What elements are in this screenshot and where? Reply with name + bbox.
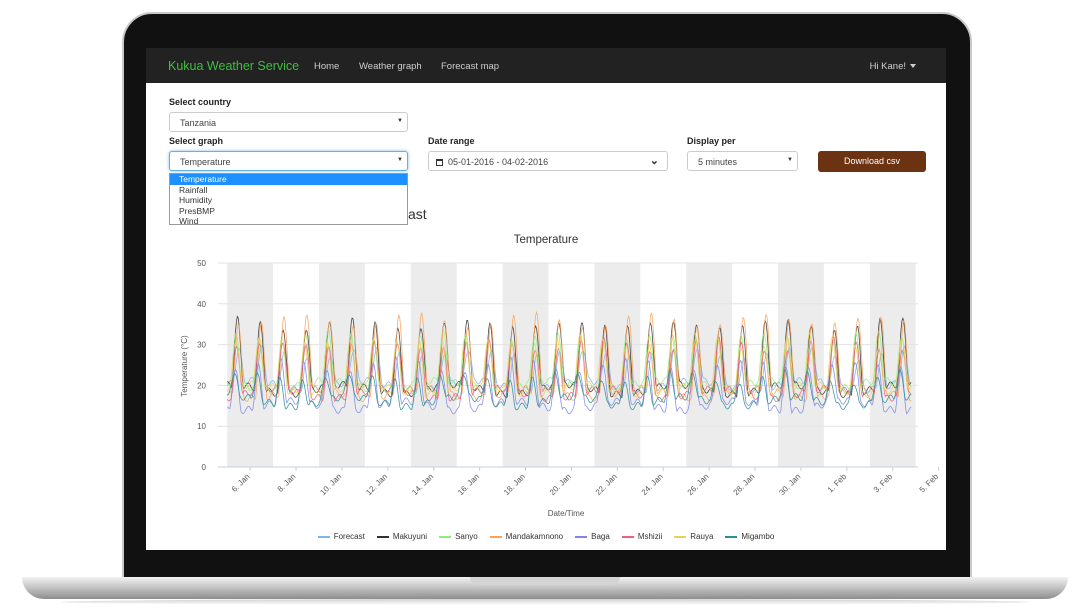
legend-item-makuyuni[interactable]: Makuyuni <box>376 532 428 541</box>
legend-item-rauya[interactable]: Rauya <box>674 532 713 541</box>
y-axis-label: Temperature (°C) <box>180 335 189 397</box>
legend-label: Mshizii <box>637 532 663 541</box>
x-tick-label: 6. Jan <box>230 472 252 494</box>
x-axis-label: Date/Time <box>548 509 585 518</box>
x-axis-ticks: 6. Jan 8. Jan 10. Jan 12. Jan 14. Jan 16. Jan… <box>230 467 941 497</box>
legend-marker <box>489 535 502 538</box>
x-tick-label: 24. Jan <box>640 472 665 497</box>
y-tick-label: 30 <box>197 341 206 350</box>
x-tick-label: 12. Jan <box>364 472 389 497</box>
legend-label: Forecast <box>333 532 365 541</box>
legend-label: Migambo <box>741 532 775 541</box>
y-tick-label: 40 <box>197 300 206 309</box>
x-tick-label: 30. Jan <box>777 472 802 497</box>
chart-legend: Forecast Makuyuni Sanyo Mandakamnono Baga Msh… <box>146 532 946 541</box>
legend-label: Rauya <box>690 532 714 541</box>
legend-marker <box>621 535 634 538</box>
legend-label: Sanyo <box>455 532 478 541</box>
legend-item-migambo[interactable]: Migambo <box>725 532 774 541</box>
legend-item-mandakamnono[interactable]: Mandakamnono <box>489 532 564 541</box>
legend-marker <box>376 535 389 538</box>
x-tick-label: 10. Jan <box>318 472 343 497</box>
x-tick-label: 20. Jan <box>548 472 573 497</box>
laptop-notch <box>470 577 620 585</box>
graph-option-temperature[interactable]: Temperature <box>170 174 407 185</box>
legend-marker <box>317 535 330 538</box>
y-tick-label: 10 <box>197 422 206 431</box>
x-tick-label: 5. Feb <box>918 472 941 495</box>
y-tick-label: 20 <box>197 381 206 390</box>
legend-marker <box>674 535 687 538</box>
legend-item-baga[interactable]: Baga <box>575 532 610 541</box>
y-tick-label: 50 <box>197 259 206 268</box>
x-tick-label: 26. Jan <box>686 472 711 497</box>
legend-marker <box>575 535 588 538</box>
x-tick-label: 18. Jan <box>502 472 527 497</box>
legend-item-mshizii[interactable]: Mshizii <box>621 532 663 541</box>
x-tick-label: 1. Feb <box>826 472 849 495</box>
y-tick-label: 0 <box>202 463 207 472</box>
x-tick-label: 8. Jan <box>276 472 298 494</box>
y-axis-ticks: 0 10 20 30 40 50 <box>197 259 206 472</box>
graph-option-rainfall[interactable]: Rainfall <box>170 185 407 196</box>
graph-option-humidity[interactable]: Humidity <box>170 195 407 206</box>
legend-label: Makuyuni <box>392 532 428 541</box>
legend-item-sanyo[interactable]: Sanyo <box>439 532 478 541</box>
legend-marker <box>725 535 738 538</box>
x-tick-label: 28. Jan <box>732 472 757 497</box>
app-screen: Kukua Weather Service Home Weather graph… <box>146 48 946 550</box>
temperature-chart: 0 10 20 30 40 50 6. Jan 8. Jan 10. Jan 12. Jan 14… <box>180 259 941 518</box>
x-tick-label: 3. Feb <box>872 472 895 495</box>
legend-marker <box>439 535 452 538</box>
legend-item-forecast[interactable]: Forecast <box>317 532 365 541</box>
legend-label: Baga <box>591 532 610 541</box>
laptop-shadow <box>60 599 1030 605</box>
graph-option-wind[interactable]: Wind <box>170 216 407 227</box>
x-tick-label: 14. Jan <box>410 472 435 497</box>
graph-dropdown-list: Temperature Rainfall Humidity PresBMP Wi… <box>169 173 408 227</box>
x-tick-label: 22. Jan <box>594 472 619 497</box>
x-tick-label: 16. Jan <box>456 472 481 497</box>
legend-label: Mandakamnono <box>505 532 564 541</box>
graph-option-presbmp[interactable]: PresBMP <box>170 206 407 217</box>
